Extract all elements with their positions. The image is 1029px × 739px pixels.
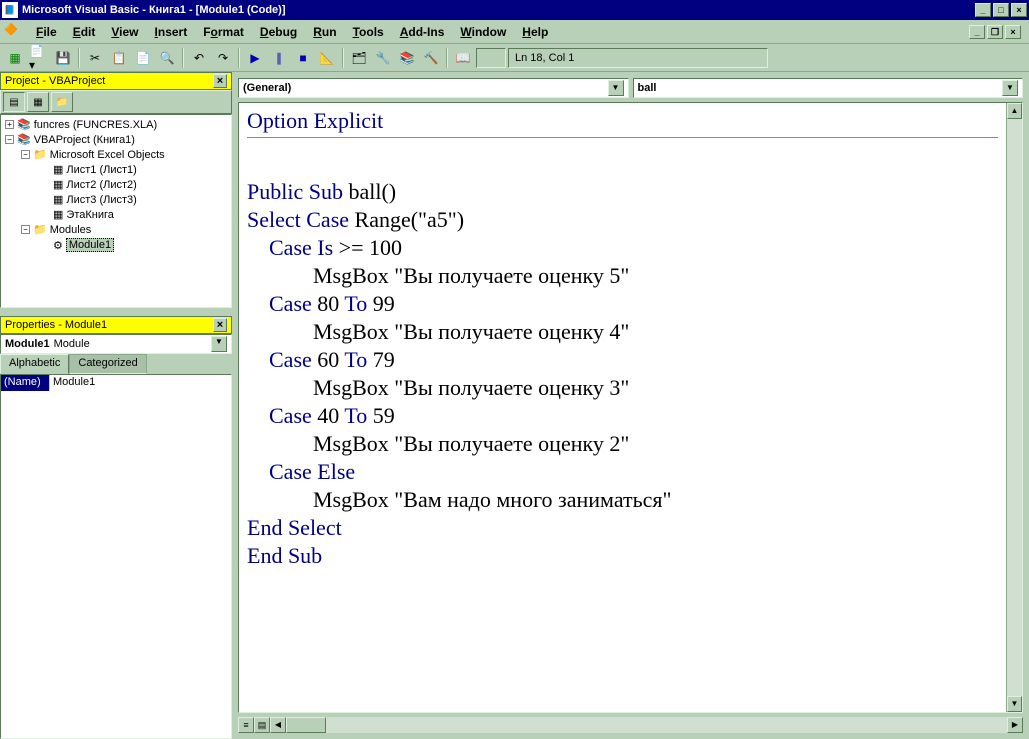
tab-alphabetic[interactable]: Alphabetic bbox=[0, 354, 69, 374]
mdi-close-button[interactable]: × bbox=[1005, 25, 1021, 39]
properties-panel-close[interactable]: × bbox=[213, 318, 227, 332]
close-button[interactable]: × bbox=[1011, 3, 1027, 17]
redo-button[interactable]: ↷ bbox=[212, 47, 234, 69]
menu-addins[interactable]: Add-Ins bbox=[392, 23, 453, 41]
project-panel-close[interactable]: × bbox=[213, 74, 227, 88]
cut-button[interactable]: ✂ bbox=[84, 47, 106, 69]
tree-item[interactable]: ▦Лист2 (Лист2) bbox=[3, 177, 229, 192]
cursor-position: Ln 18, Col 1 bbox=[508, 48, 768, 68]
proc-view-button[interactable]: ≡ bbox=[238, 717, 254, 733]
project-toolbar: ▤ ▦ 📁 bbox=[0, 90, 232, 114]
design-mode-button[interactable]: 📐 bbox=[316, 47, 338, 69]
minimize-button[interactable]: _ bbox=[975, 3, 991, 17]
reset-button[interactable]: ■ bbox=[292, 47, 314, 69]
project-tree[interactable]: +📚funcres (FUNCRES.XLA)−📚VBAProject (Кни… bbox=[0, 114, 232, 308]
toolbar: ▦ 📄▾ 💾 ✂ 📋 📄 🔍 ↶ ↷ ▶ ∥ ■ 📐 🗂 🔧 📚 🔨 📖 Ln … bbox=[0, 44, 1029, 72]
procedure-combo[interactable]: ball ▼ bbox=[633, 78, 1024, 98]
horizontal-scrollbar[interactable]: ◀ ▶ bbox=[270, 717, 1023, 733]
app-icon: 📘 bbox=[2, 2, 18, 18]
vertical-scrollbar[interactable]: ▲ ▼ bbox=[1006, 103, 1022, 712]
chevron-down-icon: ▼ bbox=[608, 80, 624, 96]
menu-tools[interactable]: Tools bbox=[345, 23, 392, 41]
view-excel-button[interactable]: ▦ bbox=[4, 47, 26, 69]
properties-panel-title: Properties - Module1 × bbox=[0, 316, 232, 334]
titlebar: 📘 Microsoft Visual Basic - Книга1 - [Mod… bbox=[0, 0, 1029, 20]
menu-debug[interactable]: Debug bbox=[252, 23, 305, 41]
mdi-minimize-button[interactable]: _ bbox=[969, 25, 985, 39]
property-row[interactable]: (Name)Module1 bbox=[1, 375, 231, 391]
chevron-down-icon: ▼ bbox=[1002, 80, 1018, 96]
view-code-button[interactable]: ▤ bbox=[3, 92, 25, 112]
menu-help[interactable]: Help bbox=[514, 23, 556, 41]
mdi-restore-button[interactable]: ❐ bbox=[987, 25, 1003, 39]
run-button[interactable]: ▶ bbox=[244, 47, 266, 69]
properties-grid[interactable]: (Name)Module1 bbox=[0, 374, 232, 739]
tree-item[interactable]: −📁Modules bbox=[3, 222, 229, 237]
project-explorer-button[interactable]: 🗂 bbox=[348, 47, 370, 69]
tree-item[interactable]: ▦Лист1 (Лист1) bbox=[3, 162, 229, 177]
properties-object-select[interactable]: Module1 Module ▼ bbox=[0, 334, 232, 354]
tab-categorized[interactable]: Categorized bbox=[69, 354, 146, 374]
code-editor[interactable]: Option Explicit Public Sub ball()Select … bbox=[238, 102, 1023, 713]
paste-button[interactable]: 📄 bbox=[132, 47, 154, 69]
find-button[interactable]: 🔍 bbox=[156, 47, 178, 69]
vba-icon: 🔶 bbox=[4, 23, 22, 41]
view-object-button[interactable]: ▦ bbox=[27, 92, 49, 112]
menu-run[interactable]: Run bbox=[305, 23, 344, 41]
titlebar-text: Microsoft Visual Basic - Книга1 - [Modul… bbox=[22, 4, 975, 16]
tree-item[interactable]: +📚funcres (FUNCRES.XLA) bbox=[3, 117, 229, 132]
properties-button[interactable]: 🔧 bbox=[372, 47, 394, 69]
tree-item[interactable]: ▦ЭтаКнига bbox=[3, 207, 229, 222]
object-browser-button[interactable]: 📚 bbox=[396, 47, 418, 69]
tree-item[interactable]: −📚VBAProject (Книга1) bbox=[3, 132, 229, 147]
undo-button[interactable]: ↶ bbox=[188, 47, 210, 69]
menu-window[interactable]: Window bbox=[452, 23, 514, 41]
object-combo[interactable]: (General) ▼ bbox=[238, 78, 629, 98]
toggle-folders-button[interactable]: 📁 bbox=[51, 92, 73, 112]
break-button[interactable]: ∥ bbox=[268, 47, 290, 69]
maximize-button[interactable]: □ bbox=[993, 3, 1009, 17]
chevron-down-icon: ▼ bbox=[211, 336, 227, 352]
scroll-right-icon[interactable]: ▶ bbox=[1007, 717, 1023, 733]
full-view-button[interactable]: ▤ bbox=[254, 717, 270, 733]
menu-format[interactable]: Format bbox=[195, 23, 252, 41]
scroll-left-icon[interactable]: ◀ bbox=[270, 717, 286, 733]
project-panel-title: Project - VBAProject × bbox=[0, 72, 232, 90]
scroll-down-icon[interactable]: ▼ bbox=[1007, 696, 1022, 712]
menu-view[interactable]: View bbox=[103, 23, 146, 41]
menu-edit[interactable]: Edit bbox=[65, 23, 104, 41]
tree-item[interactable]: ⚙Module1 bbox=[3, 237, 229, 253]
help-button[interactable]: 📖 bbox=[452, 47, 474, 69]
scroll-up-icon[interactable]: ▲ bbox=[1007, 103, 1022, 119]
copy-button[interactable]: 📋 bbox=[108, 47, 130, 69]
menu-file[interactable]: File bbox=[28, 23, 65, 41]
save-button[interactable]: 💾 bbox=[52, 47, 74, 69]
office-assistant-field[interactable] bbox=[476, 48, 506, 68]
tree-item[interactable]: −📁Microsoft Excel Objects bbox=[3, 147, 229, 162]
menu-insert[interactable]: Insert bbox=[147, 23, 196, 41]
toolbox-button[interactable]: 🔨 bbox=[420, 47, 442, 69]
insert-module-button[interactable]: 📄▾ bbox=[28, 47, 50, 69]
menubar: 🔶 File Edit View Insert Format Debug Run… bbox=[0, 20, 1029, 44]
tree-item[interactable]: ▦Лист3 (Лист3) bbox=[3, 192, 229, 207]
